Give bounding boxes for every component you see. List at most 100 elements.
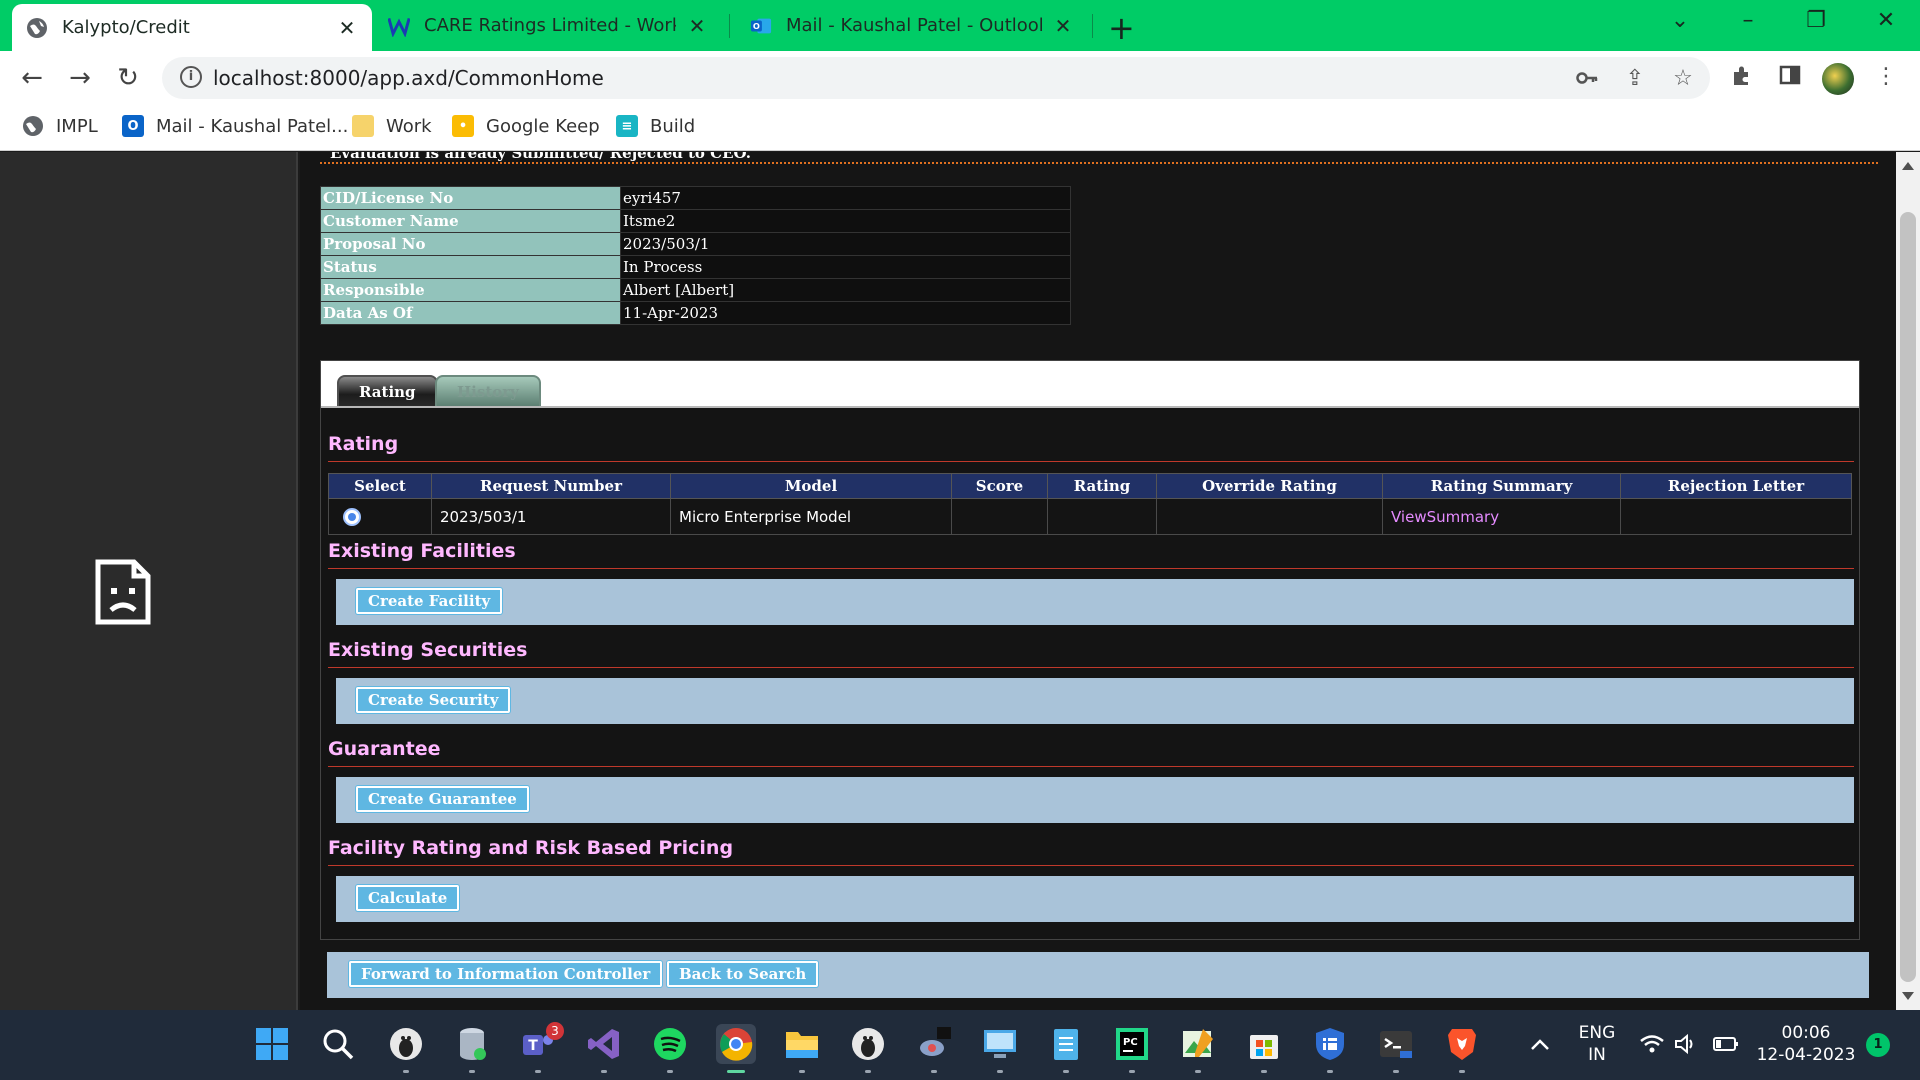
info-value: 2023/503/1 (620, 232, 1071, 256)
bookmark-impl[interactable]: IMPL (22, 115, 98, 137)
page-scrollbar[interactable] (1896, 152, 1920, 1010)
folder-icon (352, 115, 374, 137)
main-frame: Evaluation is already Submitted/ Rejecte… (300, 152, 1896, 1010)
bookmark-star-icon[interactable]: ☆ (1670, 66, 1696, 91)
visual-studio-icon[interactable] (584, 1024, 624, 1064)
brave-browser-icon[interactable] (1442, 1024, 1482, 1064)
proposal-info-table: CID/License No eyri457 Customer Name Itsme… (320, 186, 1071, 325)
page-viewport: Evaluation is already Submitted/ Rejecte… (0, 152, 1920, 1010)
tab-outlook-mail[interactable]: O Mail - Kaushal Patel - Outlook ✕ (736, 0, 1088, 51)
spotify-icon[interactable] (650, 1024, 690, 1064)
extensions-icon[interactable] (1728, 64, 1756, 94)
taskbar-indicator (667, 1070, 673, 1073)
info-key: Responsible (320, 278, 621, 302)
rating-summary-cell: ViewSummary (1382, 498, 1621, 535)
terminal-preview-icon[interactable] (1376, 1024, 1416, 1064)
scroll-down-arrow-icon[interactable] (1902, 992, 1914, 1000)
section-heading-existing-securities: Existing Securities (328, 634, 1854, 668)
scroll-up-arrow-icon[interactable] (1902, 162, 1914, 170)
info-row: Customer Name Itsme2 (320, 209, 1071, 233)
tab-care-ratings[interactable]: CARE Ratings Limited - Workline ✕ (374, 0, 722, 51)
more-menu-icon[interactable]: ⋮ (1872, 64, 1900, 89)
submission-notice: Evaluation is already Submitted/ Rejecte… (320, 152, 1878, 164)
linux-app-icon-2[interactable] (848, 1024, 888, 1064)
view-summary-link[interactable]: ViewSummary (1391, 508, 1499, 526)
profile-avatar[interactable] (1822, 63, 1854, 95)
bookmark-label: Mail - Kaushal Patel... (156, 115, 349, 137)
notepad-icon[interactable] (1046, 1024, 1086, 1064)
side-panel-icon[interactable] (1776, 64, 1804, 92)
close-tab-icon[interactable]: ✕ (1052, 14, 1074, 38)
chrome-icon[interactable] (716, 1024, 756, 1064)
back-arrow-icon[interactable]: ← (16, 62, 48, 94)
close-tab-icon[interactable]: ✕ (686, 14, 708, 38)
reload-icon[interactable]: ↻ (112, 62, 144, 94)
tab-history[interactable]: History (435, 375, 541, 406)
rating-cell (1047, 498, 1157, 535)
pycharm-icon[interactable]: PC (1112, 1024, 1152, 1064)
column-header: Score (951, 473, 1048, 499)
bookmark-label: Google Keep (486, 115, 600, 137)
taskbar-indicator (1063, 1070, 1069, 1073)
tab-rating[interactable]: Rating (337, 375, 438, 406)
tab-separator (1092, 14, 1093, 38)
debugger-icon[interactable] (914, 1024, 954, 1064)
search-icon[interactable] (318, 1024, 358, 1064)
linux-app-icon[interactable] (386, 1024, 426, 1064)
taskbar-indicator (1459, 1070, 1465, 1073)
override-rating-cell (1156, 498, 1383, 535)
new-tab-button[interactable]: + (1108, 9, 1135, 47)
section-heading-rating: Rating (328, 428, 1854, 462)
bookmark-work[interactable]: Work (352, 115, 432, 137)
section-heading-existing-facilities: Existing Facilities (328, 535, 1854, 569)
close-tab-icon[interactable]: ✕ (336, 16, 358, 40)
forward-to-information-controller-button[interactable]: Forward to Information Controller (349, 961, 663, 987)
restore-icon[interactable]: ❐ (1796, 8, 1836, 33)
select-radio[interactable] (343, 507, 361, 526)
taskbar-indicator (1393, 1070, 1399, 1073)
microsoft-store-icon[interactable] (1244, 1024, 1284, 1064)
info-key: Customer Name (320, 209, 621, 233)
back-to-search-button[interactable]: Back to Search (667, 961, 819, 987)
create-security-button[interactable]: Create Security (356, 687, 511, 713)
notification-count-badge[interactable]: 1 (1866, 1033, 1890, 1057)
address-bar[interactable]: i localhost:8000/app.axd/CommonHome ⇪ ☆ (162, 57, 1710, 99)
region-label: IN (1588, 1045, 1606, 1065)
system-clock[interactable]: 00:06 12-04-2023 (1756, 1022, 1856, 1066)
file-explorer-icon[interactable] (782, 1024, 822, 1064)
tab-separator (729, 14, 730, 38)
site-info-icon[interactable]: i (180, 66, 202, 88)
tab-kalypto-credit[interactable]: Kalypto/Credit ✕ (12, 4, 372, 51)
battery-icon[interactable] (1706, 1024, 1746, 1064)
key-icon[interactable] (1574, 66, 1600, 96)
create-guarantee-button[interactable]: Create Guarantee (356, 786, 529, 812)
minimize-icon[interactable]: – (1728, 8, 1768, 33)
taskbar-indicator (469, 1070, 475, 1073)
forward-arrow-icon[interactable]: → (64, 62, 96, 94)
calculate-button[interactable]: Calculate (356, 885, 460, 911)
column-header: Rating Summary (1382, 473, 1621, 499)
table-row: 2023/503/1 Micro Enterprise Model ViewSu… (328, 498, 1852, 535)
create-facility-button[interactable]: Create Facility (356, 588, 503, 614)
taskbar-indicator (403, 1070, 409, 1073)
guarantee-action-bar: Create Guarantee (336, 777, 1854, 823)
bookmark-google-keep[interactable]: • Google Keep (452, 115, 600, 137)
security-shield-icon[interactable] (1310, 1024, 1350, 1064)
language-indicator[interactable]: ENG IN (1572, 1022, 1622, 1066)
taskbar-indicator (865, 1070, 871, 1073)
image-editor-icon[interactable] (1178, 1024, 1218, 1064)
share-icon[interactable]: ⇪ (1622, 66, 1648, 91)
volume-icon[interactable] (1666, 1024, 1706, 1064)
remote-desktop-icon[interactable] (980, 1024, 1020, 1064)
close-window-icon[interactable]: ✕ (1866, 8, 1906, 33)
taskbar-indicator (997, 1070, 1003, 1073)
scrollbar-thumb[interactable] (1900, 212, 1916, 982)
show-hidden-icons-chevron-up-icon[interactable] (1520, 1024, 1560, 1064)
start-windows-icon[interactable] (252, 1024, 292, 1064)
database-app-icon[interactable] (452, 1024, 492, 1064)
browser-tab-bar: Kalypto/Credit ✕ CARE Ratings Limited - … (0, 0, 1920, 51)
broken-page-icon (94, 558, 152, 630)
bookmark-mail[interactable]: O Mail - Kaushal Patel... (122, 115, 348, 137)
tab-search-icon[interactable]: ⌄ (1660, 8, 1700, 33)
bookmark-build[interactable]: ≡ Build (616, 115, 695, 137)
